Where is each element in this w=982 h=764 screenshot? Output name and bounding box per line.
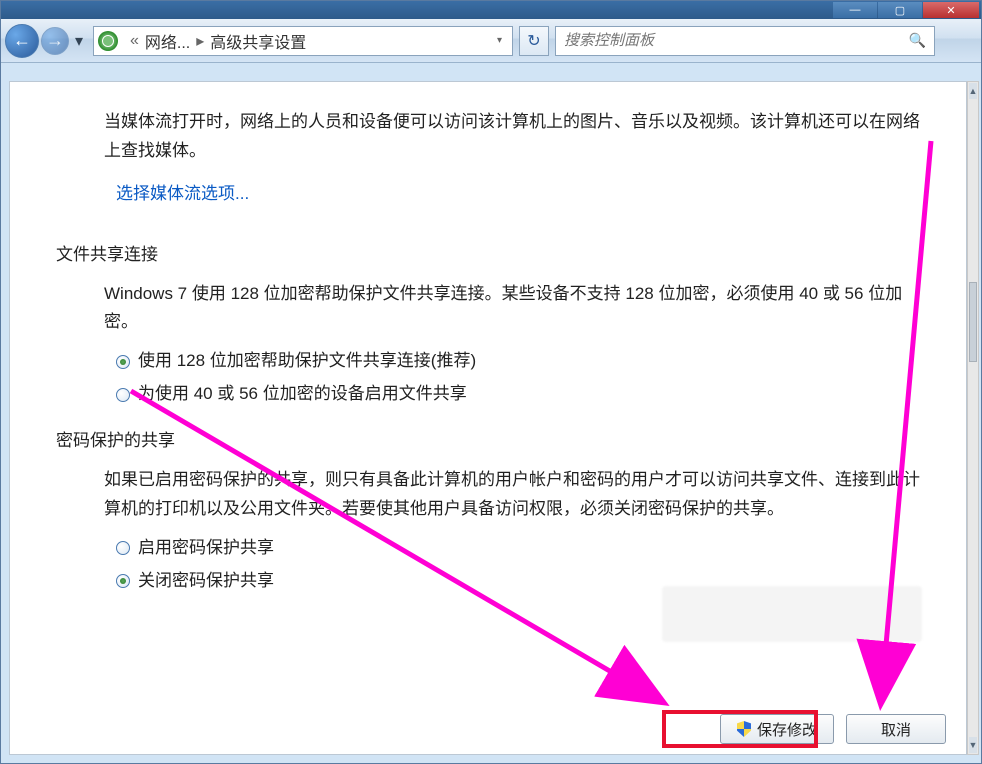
cancel-button[interactable]: 取消 (846, 714, 946, 744)
disable-password-sharing-label: 关闭密码保护共享 (138, 567, 274, 596)
cancel-button-label: 取消 (881, 719, 911, 740)
scroll-up-button[interactable]: ▲ (969, 83, 977, 99)
password-protected-sharing-title: 密码保护的共享 (56, 427, 926, 456)
encryption-40-56-label: 为使用 40 或 56 位加密的设备启用文件共享 (138, 380, 467, 409)
content-area: 当媒体流打开时，网络上的人员和设备便可以访问该计算机上的图片、音乐以及视频。该计… (10, 82, 966, 698)
file-sharing-connection-description: Windows 7 使用 128 位加密帮助保护文件共享连接。某些设备不支持 1… (104, 280, 926, 338)
scroll-thumb[interactable] (969, 282, 977, 362)
password-protected-sharing-description: 如果已启用密码保护的共享，则只有具备此计算机的用户帐户和密码的用户才可以访问共享… (104, 466, 926, 524)
choose-media-options-link[interactable]: 选择媒体流选项... (116, 180, 249, 209)
scroll-down-button[interactable]: ▼ (969, 737, 977, 753)
back-arrow-icon: ← (13, 30, 31, 51)
save-button-label: 保存修改 (757, 719, 817, 740)
forward-button[interactable]: → (41, 27, 69, 55)
refresh-icon: ↻ (527, 31, 540, 51)
button-bar: 保存修改 取消 (720, 714, 946, 744)
minimize-icon: — (850, 4, 861, 16)
radio-icon (116, 541, 130, 555)
titlebar: — ▢ ✕ (1, 1, 981, 19)
chevron-up-icon: ▲ (969, 86, 978, 96)
search-icon: 🔍 (909, 32, 926, 49)
encryption-128-option[interactable]: 使用 128 位加密帮助保护文件共享连接(推荐) (116, 347, 926, 376)
maximize-button[interactable]: ▢ (878, 2, 922, 18)
redacted-region (662, 586, 922, 642)
vertical-scrollbar[interactable]: ▲ ▼ (967, 81, 979, 755)
history-dropdown[interactable]: ▾ (71, 24, 87, 58)
enable-password-sharing-option[interactable]: 启用密码保护共享 (116, 534, 926, 563)
radio-icon (116, 388, 130, 402)
back-button[interactable]: ← (5, 24, 39, 58)
search-input[interactable] (564, 32, 909, 49)
breadcrumb-part-advanced-sharing[interactable]: 高级共享设置 (210, 29, 306, 53)
navigation-bar: ← → ▾ « 网络... ▸ 高级共享设置 ▾ ↻ 🔍 (1, 19, 981, 63)
search-bar[interactable]: 🔍 (555, 26, 935, 56)
enable-password-sharing-label: 启用密码保护共享 (138, 534, 274, 563)
uac-shield-icon (737, 721, 751, 737)
address-bar[interactable]: « 网络... ▸ 高级共享设置 ▾ (93, 26, 513, 56)
media-stream-description: 当媒体流打开时，网络上的人员和设备便可以访问该计算机上的图片、音乐以及视频。该计… (104, 108, 926, 166)
forward-arrow-icon: → (46, 30, 64, 51)
encryption-128-label: 使用 128 位加密帮助保护文件共享连接(推荐) (138, 347, 476, 376)
minimize-button[interactable]: — (833, 2, 877, 18)
close-icon: ✕ (946, 4, 955, 17)
refresh-button[interactable]: ↻ (519, 26, 549, 56)
radio-icon (116, 355, 130, 369)
control-panel-icon (98, 31, 118, 51)
chevron-down-icon: ▼ (969, 740, 978, 750)
chevron-down-icon: ▾ (75, 31, 83, 51)
breadcrumb-part-network[interactable]: 网络... (145, 29, 190, 53)
breadcrumb-separator-icon: ▸ (196, 31, 204, 51)
breadcrumb-chevrons: « (130, 32, 139, 50)
close-button[interactable]: ✕ (923, 2, 979, 18)
content-frame: 当媒体流打开时，网络上的人员和设备便可以访问该计算机上的图片、音乐以及视频。该计… (9, 81, 967, 755)
radio-icon (116, 574, 130, 588)
window-frame: — ▢ ✕ ← → ▾ « 网络... ▸ 高级共享设置 ▾ ↻ 🔍 当媒体流打… (0, 0, 982, 764)
file-sharing-connection-title: 文件共享连接 (56, 241, 926, 270)
address-dropdown-icon[interactable]: ▾ (491, 35, 508, 46)
save-changes-button[interactable]: 保存修改 (720, 714, 834, 744)
encryption-40-56-option[interactable]: 为使用 40 或 56 位加密的设备启用文件共享 (116, 380, 926, 409)
maximize-icon: ▢ (895, 4, 905, 17)
